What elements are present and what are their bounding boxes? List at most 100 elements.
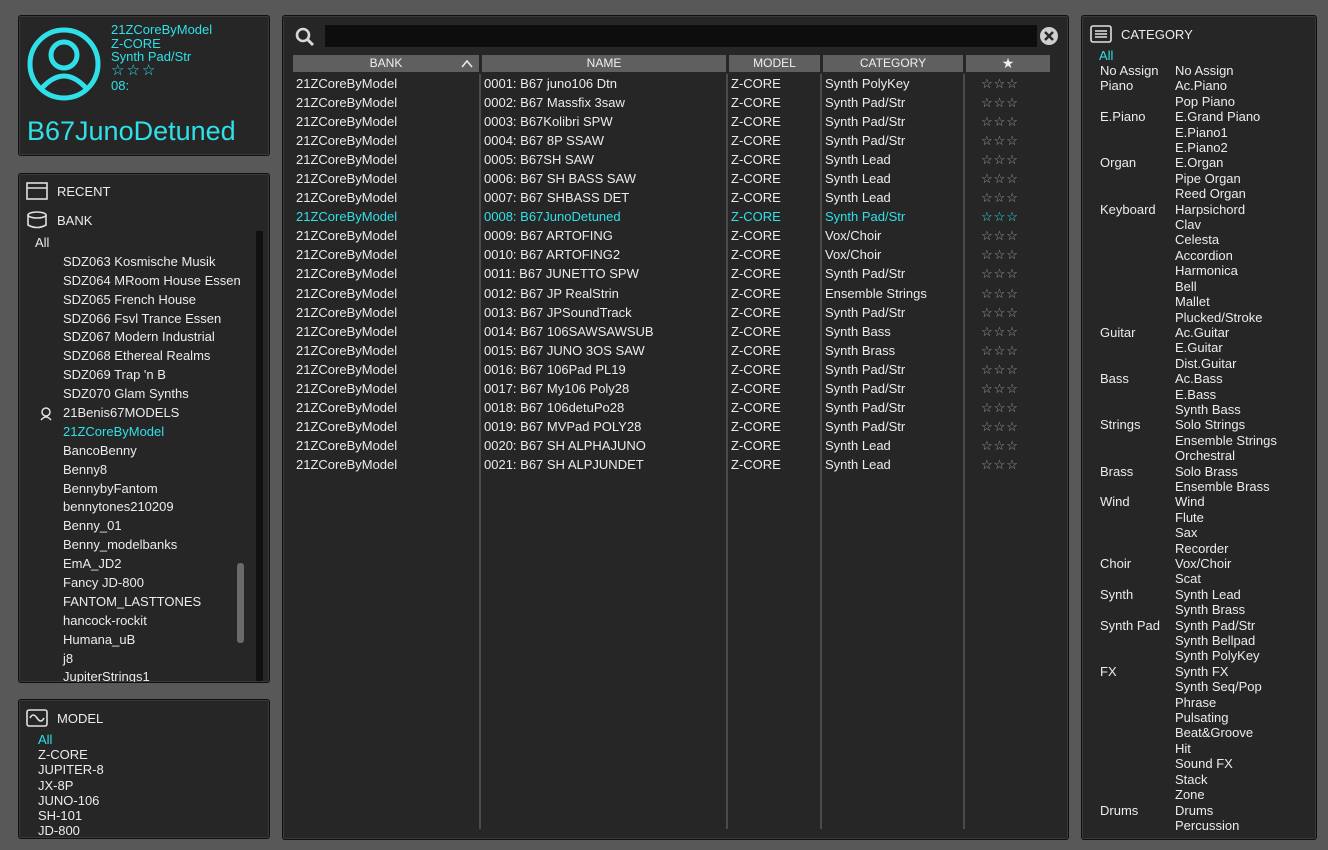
model-list-item[interactable]: Z-CORE bbox=[38, 747, 104, 762]
category-item[interactable]: Recorder bbox=[1175, 541, 1310, 556]
bank-scroll-thumb[interactable] bbox=[237, 563, 244, 643]
favorite-stars[interactable]: ☆☆☆ bbox=[965, 284, 1051, 303]
favorite-stars[interactable]: ☆☆☆ bbox=[965, 341, 1051, 360]
category-group[interactable] bbox=[1100, 602, 1175, 617]
category-item[interactable]: Solo Brass bbox=[1175, 464, 1310, 479]
category-item[interactable]: Percussion bbox=[1175, 818, 1310, 833]
bank-list-item[interactable]: j8 bbox=[19, 650, 267, 669]
bank-list-item[interactable]: EmA_JD2 bbox=[19, 555, 267, 574]
column-header-name[interactable]: NAME bbox=[482, 55, 726, 72]
bank-list-item[interactable]: hancock-rockit bbox=[19, 612, 267, 631]
tone-category-cell[interactable]: Synth Pad/Str bbox=[822, 417, 963, 436]
category-group[interactable] bbox=[1100, 263, 1175, 278]
tone-category-cell[interactable]: Synth Bass bbox=[822, 322, 963, 341]
category-item[interactable]: Harpsichord bbox=[1175, 202, 1310, 217]
tone-model-cell[interactable]: Z-CORE bbox=[728, 436, 820, 455]
tone-category-cell[interactable]: Synth Pad/Str bbox=[822, 398, 963, 417]
tone-bank-cell[interactable]: 21ZCoreByModel bbox=[293, 436, 479, 455]
category-group[interactable]: Brass bbox=[1100, 464, 1175, 479]
category-item[interactable]: Synth Bellpad bbox=[1175, 633, 1310, 648]
tone-name-cell[interactable]: 0012: B67 JP RealStrin bbox=[481, 284, 726, 303]
category-item[interactable]: Ensemble Strings bbox=[1175, 433, 1310, 448]
tone-category-cell[interactable]: Vox/Choir bbox=[822, 226, 963, 245]
category-group[interactable] bbox=[1100, 710, 1175, 725]
category-group[interactable]: Strings bbox=[1100, 417, 1175, 432]
category-item[interactable]: Synth Pad/Str bbox=[1175, 618, 1310, 633]
category-group[interactable] bbox=[1100, 695, 1175, 710]
tone-model-cell[interactable]: Z-CORE bbox=[728, 303, 820, 322]
category-item[interactable]: Accordion bbox=[1175, 248, 1310, 263]
tone-model-cell[interactable]: Z-CORE bbox=[728, 379, 820, 398]
model-list-item[interactable]: SH-101 bbox=[38, 808, 104, 823]
tone-model-cell[interactable]: Z-CORE bbox=[728, 284, 820, 303]
tone-category-cell[interactable]: Synth Lead bbox=[822, 150, 963, 169]
tone-name-cell[interactable]: 0019: B67 MVPad POLY28 bbox=[481, 417, 726, 436]
category-item[interactable]: Stack bbox=[1175, 772, 1310, 787]
search-icon[interactable] bbox=[295, 27, 315, 47]
category-group[interactable] bbox=[1100, 772, 1175, 787]
category-group[interactable] bbox=[1100, 433, 1175, 448]
category-item[interactable]: E.Bass bbox=[1175, 387, 1310, 402]
category-group[interactable] bbox=[1100, 140, 1175, 155]
tone-bank-cell[interactable]: 21ZCoreByModel bbox=[293, 322, 479, 341]
favorite-stars[interactable]: ☆☆☆ bbox=[965, 303, 1051, 322]
column-header-bank[interactable]: BANK bbox=[293, 55, 479, 72]
tone-category-cell[interactable]: Vox/Choir bbox=[822, 245, 963, 264]
category-item[interactable]: Celesta bbox=[1175, 232, 1310, 247]
category-item[interactable]: E.Piano1 bbox=[1175, 125, 1310, 140]
bank-scrollbar[interactable] bbox=[256, 231, 263, 681]
category-item[interactable]: Dist.Guitar bbox=[1175, 356, 1310, 371]
category-item[interactable]: Synth Bass bbox=[1175, 402, 1310, 417]
model-list-item[interactable]: JUPITER-8 bbox=[38, 762, 104, 777]
tone-bank-cell[interactable]: 21ZCoreByModel bbox=[293, 360, 479, 379]
category-group[interactable] bbox=[1100, 294, 1175, 309]
category-group[interactable] bbox=[1100, 510, 1175, 525]
category-group[interactable] bbox=[1100, 818, 1175, 833]
favorite-stars[interactable]: ☆☆☆ bbox=[965, 131, 1051, 150]
category-group[interactable] bbox=[1100, 571, 1175, 586]
tone-name-cell[interactable]: 0010: B67 ARTOFING2 bbox=[481, 245, 726, 264]
tone-bank-cell[interactable]: 21ZCoreByModel bbox=[293, 131, 479, 150]
bank-list-item[interactable]: JupiterStrings1 bbox=[19, 668, 267, 682]
tone-category-cell[interactable]: Synth Lead bbox=[822, 455, 963, 474]
category-group[interactable] bbox=[1100, 125, 1175, 140]
category-group[interactable] bbox=[1100, 756, 1175, 771]
favorite-stars[interactable]: ☆☆☆ bbox=[965, 379, 1051, 398]
category-group[interactable] bbox=[1100, 402, 1175, 417]
category-item[interactable]: Plucked/Stroke bbox=[1175, 310, 1310, 325]
bank-list-item[interactable]: SDZ068 Ethereal Realms bbox=[19, 347, 267, 366]
tone-category-cell[interactable]: Synth Pad/Str bbox=[822, 303, 963, 322]
category-item[interactable]: Synth FX bbox=[1175, 664, 1310, 679]
category-item[interactable]: Flute bbox=[1175, 510, 1310, 525]
favorite-stars[interactable]: ☆☆☆ bbox=[965, 436, 1051, 455]
category-group[interactable] bbox=[1100, 340, 1175, 355]
column-header-category[interactable]: CATEGORY bbox=[823, 55, 963, 72]
category-item[interactable]: Hit bbox=[1175, 741, 1310, 756]
tone-name-cell[interactable]: 0016: B67 106Pad PL19 bbox=[481, 360, 726, 379]
tone-bank-cell[interactable]: 21ZCoreByModel bbox=[293, 264, 479, 283]
category-group[interactable] bbox=[1100, 310, 1175, 325]
tone-bank-cell[interactable]: 21ZCoreByModel bbox=[293, 112, 479, 131]
bank-list-item[interactable]: 21ZCoreByModel bbox=[19, 423, 267, 442]
tone-bank-cell[interactable]: 21ZCoreByModel bbox=[293, 207, 479, 226]
tone-category-cell[interactable]: Synth Pad/Str bbox=[822, 93, 963, 112]
category-item[interactable]: Pop Piano bbox=[1175, 94, 1310, 109]
category-group[interactable] bbox=[1100, 525, 1175, 540]
bank-list-item[interactable]: BancoBenny bbox=[19, 442, 267, 461]
tone-bank-cell[interactable]: 21ZCoreByModel bbox=[293, 341, 479, 360]
category-item[interactable]: Beat&Groove bbox=[1175, 725, 1310, 740]
tone-name-cell[interactable]: 0021: B67 SH ALPJUNDET bbox=[481, 455, 726, 474]
category-group[interactable]: FX bbox=[1100, 664, 1175, 679]
category-group[interactable]: Wind bbox=[1100, 494, 1175, 509]
tone-bank-cell[interactable]: 21ZCoreByModel bbox=[293, 74, 479, 93]
favorite-stars[interactable]: ☆☆☆ bbox=[965, 150, 1051, 169]
category-group[interactable] bbox=[1100, 248, 1175, 263]
bank-list-item[interactable]: Benny_modelbanks bbox=[19, 536, 267, 555]
tone-name-cell[interactable]: 0006: B67 SH BASS SAW bbox=[481, 169, 726, 188]
category-item[interactable]: Sound FX bbox=[1175, 756, 1310, 771]
tone-category-cell[interactable]: Synth Pad/Str bbox=[822, 207, 963, 226]
category-item[interactable]: E.Grand Piano bbox=[1175, 109, 1310, 124]
bank-list-item[interactable]: SDZ063 Kosmische Musik bbox=[19, 253, 267, 272]
category-item[interactable]: Ac.Piano bbox=[1175, 78, 1310, 93]
bank-header[interactable]: BANK bbox=[26, 211, 92, 229]
